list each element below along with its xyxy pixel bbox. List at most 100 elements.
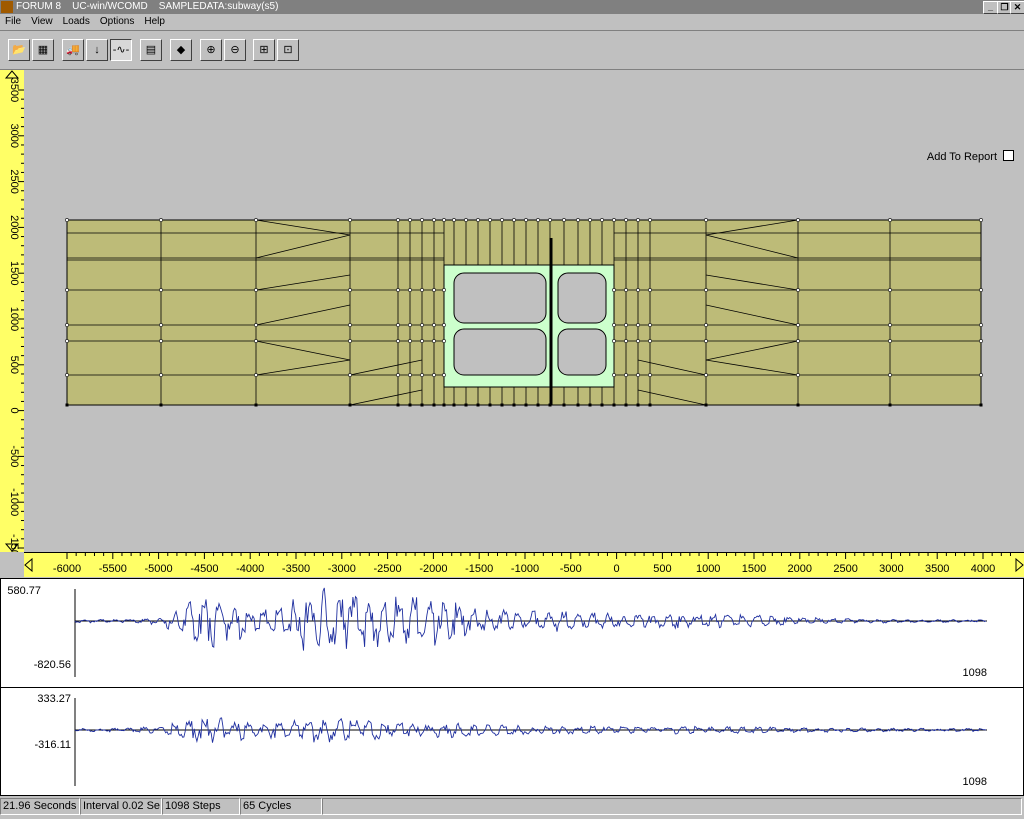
support-node	[796, 403, 800, 407]
add-to-report-checkbox[interactable]	[1003, 150, 1014, 161]
mesh-node	[576, 218, 580, 222]
ruler-label: 0	[614, 563, 620, 575]
support-node	[488, 403, 492, 407]
support-node	[648, 403, 652, 407]
mesh-node	[888, 218, 892, 222]
support-node	[524, 403, 528, 407]
menu-file[interactable]: File	[0, 14, 26, 30]
minimize-button[interactable]: _	[983, 1, 998, 14]
mesh-node	[636, 218, 640, 222]
ruler-label: 2500	[833, 563, 857, 575]
mesh-node	[979, 288, 983, 292]
support-node	[512, 403, 516, 407]
ruler-label: -1500	[8, 534, 20, 552]
ruler-label: -4500	[190, 563, 218, 575]
ruler-label: 1000	[8, 307, 20, 331]
mesh-node	[624, 218, 628, 222]
calculator-button[interactable]: ▤	[140, 39, 162, 61]
mesh-node	[432, 373, 436, 377]
menu-help[interactable]: Help	[139, 14, 170, 30]
support-node	[600, 403, 604, 407]
support-node	[624, 403, 628, 407]
mesh-node	[612, 288, 616, 292]
mesh-node	[408, 339, 412, 343]
ruler-label: 4000	[971, 563, 995, 575]
mesh-node	[704, 218, 708, 222]
layer-button[interactable]: ◆	[170, 39, 192, 61]
mesh-node	[648, 218, 652, 222]
ruler-label: 3500	[8, 78, 20, 102]
close-button[interactable]: ✕	[1010, 1, 1024, 14]
mesh-node	[588, 218, 592, 222]
ruler-label: -1000	[511, 563, 539, 575]
zoom-in-button[interactable]: ⊕	[200, 39, 222, 61]
support-node	[348, 403, 352, 407]
mesh-node	[254, 218, 258, 222]
status-bar: 21.96 Seconds Interval 0.02 Se 1098 Step…	[0, 796, 1024, 819]
mesh-node	[648, 339, 652, 343]
mesh-node	[979, 323, 983, 327]
mesh-node	[612, 373, 616, 377]
seismic-wave-button[interactable]: -∿-	[110, 39, 132, 61]
mesh-node	[408, 373, 412, 377]
toolbar: 📂 ▦ 🚚 ↓ -∿- ▤ ◆ ⊕ ⊖ ⊞ ⊡	[0, 31, 1024, 70]
support-node	[254, 403, 258, 407]
fit-view-button[interactable]: ⊞	[253, 39, 275, 61]
menu-view[interactable]: View	[26, 14, 58, 30]
frame-view-button[interactable]: ⊡	[277, 39, 299, 61]
mesh-node	[254, 288, 258, 292]
mesh-node	[979, 218, 983, 222]
mesh-node	[636, 339, 640, 343]
fem-mesh	[65, 218, 983, 407]
mesh-node	[979, 339, 983, 343]
support-node	[159, 403, 163, 407]
mesh-node	[442, 339, 446, 343]
ruler-label: -500	[8, 445, 20, 467]
ruler-label: 0	[8, 408, 20, 414]
ruler-label: -2500	[374, 563, 402, 575]
mesh-node	[624, 288, 628, 292]
mesh-node	[396, 323, 400, 327]
add-to-report-label: Add To Report	[926, 151, 997, 163]
mesh-node	[888, 339, 892, 343]
support-node	[576, 403, 580, 407]
mesh-node	[452, 218, 456, 222]
mesh-node	[420, 288, 424, 292]
ruler-label: 3000	[879, 563, 903, 575]
ruler-label: -5000	[145, 563, 173, 575]
culvert-cell-top-left	[453, 272, 547, 324]
mesh-node	[420, 323, 424, 327]
mesh-node	[65, 288, 69, 292]
grid-button[interactable]: ▦	[32, 39, 54, 61]
ruler-label: -2000	[419, 563, 447, 575]
support-node	[420, 403, 424, 407]
mesh-node	[796, 373, 800, 377]
mesh-node	[348, 323, 352, 327]
add-to-report[interactable]: Add To Report	[927, 150, 1014, 163]
mesh-node	[636, 323, 640, 327]
support-node	[636, 403, 640, 407]
mesh-node	[624, 373, 628, 377]
mesh-node	[432, 218, 436, 222]
mesh-node	[704, 373, 708, 377]
graph1-waveform	[74, 587, 987, 677]
acceleration-graph-vertical: 333.27 -316.11 1098	[0, 687, 1024, 796]
support-node	[500, 403, 504, 407]
ruler-label: 2000	[8, 215, 20, 239]
mesh-node	[488, 218, 492, 222]
mesh-node	[562, 218, 566, 222]
graph2-waveform	[74, 698, 987, 786]
menu-options[interactable]: Options	[95, 14, 139, 30]
model-view[interactable]: Add To Report	[24, 70, 1024, 552]
zoom-out-button[interactable]: ⊖	[224, 39, 246, 61]
menu-bar: File View Loads Options Help	[0, 14, 1024, 31]
ruler-label: -5500	[99, 563, 127, 575]
vertical-ruler[interactable]: 3500 3000 2500 2000 1500 1000 500 0 -500 -1000 -15…	[0, 70, 25, 562]
menu-loads[interactable]: Loads	[58, 14, 95, 30]
mesh-node	[796, 218, 800, 222]
point-load-button[interactable]: ↓	[86, 39, 108, 61]
mesh-node	[420, 373, 424, 377]
horizontal-ruler[interactable]: -6000 -5500 -5000 -4500 -4000 -3500 -3000 -2500…	[24, 552, 1024, 577]
vehicle-load-button[interactable]: 🚚	[62, 39, 84, 61]
open-file-button[interactable]: 📂	[8, 39, 30, 61]
